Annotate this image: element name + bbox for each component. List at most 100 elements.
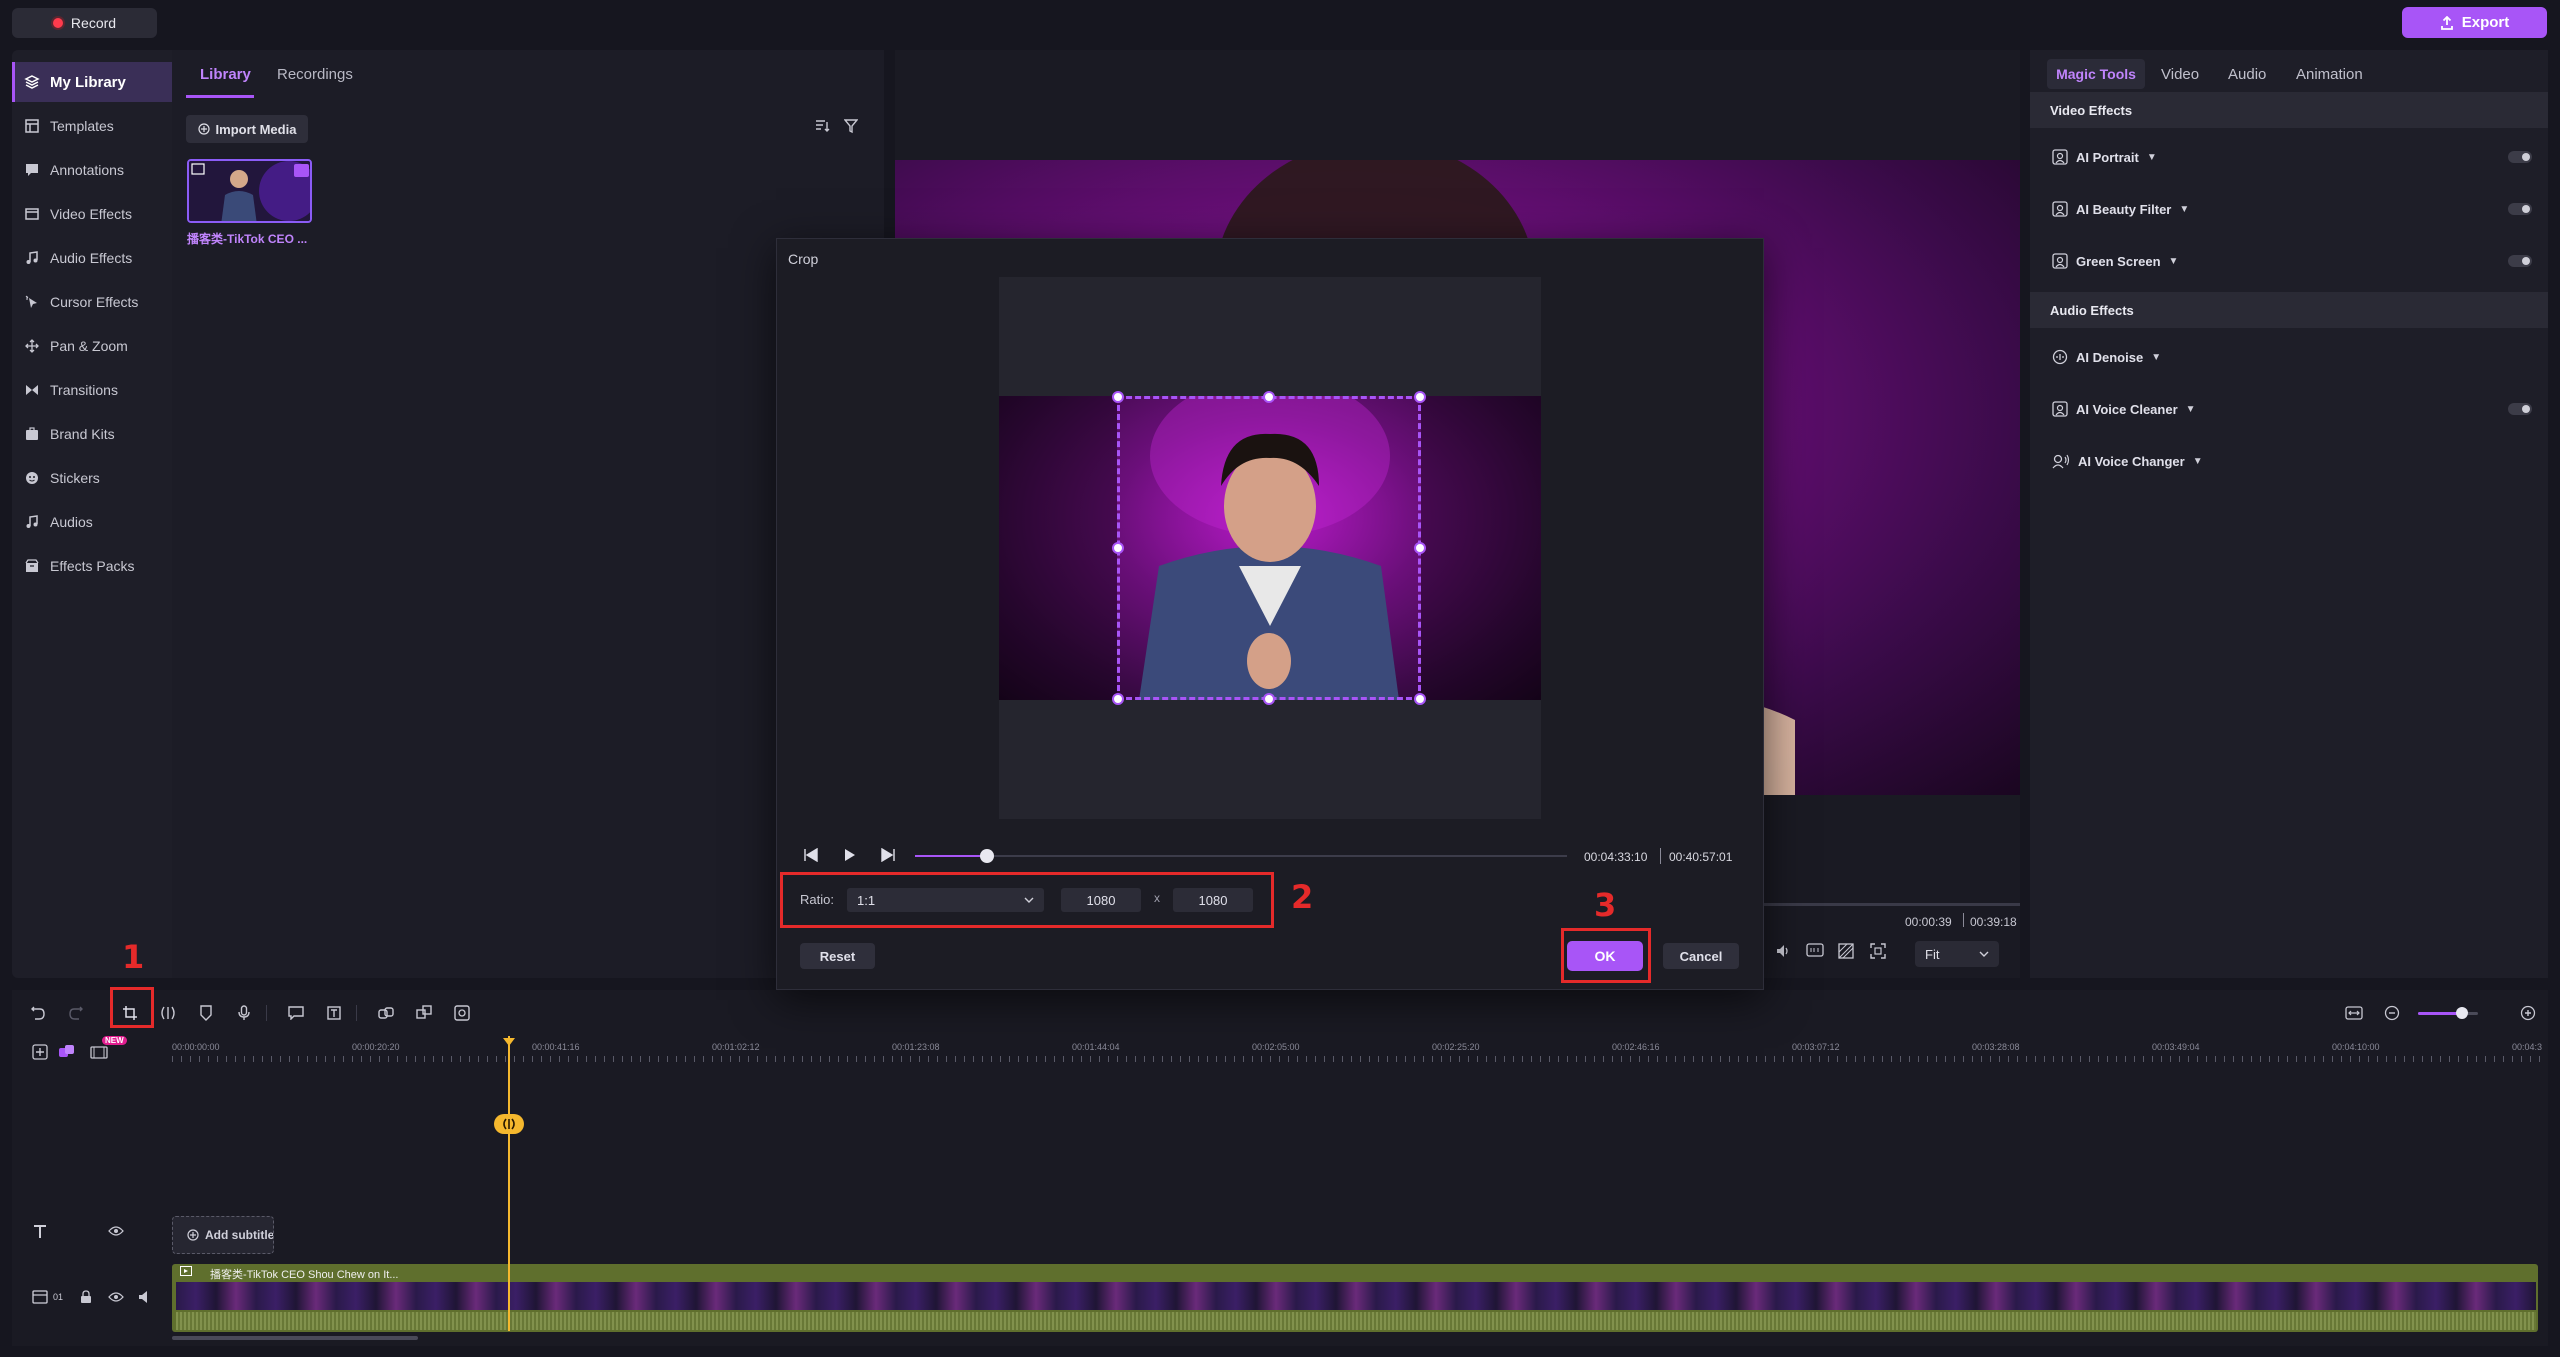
tab-library[interactable]: Library bbox=[200, 66, 251, 83]
crop-handle-top-left[interactable] bbox=[1112, 391, 1124, 403]
timeline-scrollbar[interactable] bbox=[172, 1336, 418, 1340]
previous-frame-icon[interactable] bbox=[803, 848, 819, 862]
sidebar-item-video-effects[interactable]: Video Effects bbox=[12, 194, 172, 234]
sidebar-item-transitions[interactable]: Transitions bbox=[12, 370, 172, 410]
zoom-fit-select[interactable]: Fit bbox=[1915, 941, 1999, 967]
green-screen-toggle[interactable] bbox=[2508, 255, 2532, 267]
crop-handle-bottom-left[interactable] bbox=[1112, 693, 1124, 705]
playhead-handle[interactable] bbox=[502, 1034, 516, 1046]
crop-handle-bottom-right[interactable] bbox=[1414, 693, 1426, 705]
quality-icon[interactable] bbox=[1806, 943, 1824, 957]
sidebar-item-annotations[interactable]: Annotations bbox=[12, 150, 172, 190]
redo-icon[interactable] bbox=[66, 1003, 86, 1023]
crop-progress-track[interactable] bbox=[915, 855, 1567, 857]
split-handle-icon[interactable] bbox=[494, 1114, 524, 1134]
sidebar-item-templates[interactable]: Templates bbox=[12, 106, 172, 146]
annotation-number: 3 bbox=[1594, 886, 1617, 924]
zoom-in-icon[interactable] bbox=[2518, 1003, 2538, 1023]
ai-denoise-row[interactable]: AI Denoise ▼ bbox=[2030, 342, 2548, 372]
tab-video[interactable]: Video bbox=[2161, 66, 2199, 83]
brand-kit-icon bbox=[24, 426, 40, 442]
ai-portrait-row[interactable]: AI Portrait ▼ bbox=[2030, 142, 2548, 172]
sidebar-item-brand-kits[interactable]: Brand Kits bbox=[12, 414, 172, 454]
caret-down-icon[interactable]: ▼ bbox=[2169, 256, 2179, 267]
timeline-ruler[interactable]: 00:00:00:00 00:00:20:20 00:00:41:16 00:0… bbox=[172, 1042, 2548, 1062]
ai-voice-cleaner-toggle[interactable] bbox=[2508, 403, 2532, 415]
sidebar-item-cursor-effects[interactable]: Cursor Effects bbox=[12, 282, 172, 322]
zoom-slider-knob[interactable] bbox=[2456, 1007, 2468, 1019]
caret-down-icon[interactable]: ▼ bbox=[2186, 404, 2196, 415]
add-subtitle-button[interactable]: Add subtitle bbox=[172, 1216, 274, 1254]
sidebar-item-audios[interactable]: Audios bbox=[12, 502, 172, 542]
add-track-icon[interactable] bbox=[32, 1044, 48, 1060]
caret-down-icon[interactable]: ▼ bbox=[2193, 456, 2203, 467]
next-frame-icon[interactable] bbox=[880, 848, 896, 862]
ruler-label: 00:00:20:20 bbox=[352, 1042, 400, 1052]
right-panel: Magic Tools Video Audio Animation Video … bbox=[2030, 50, 2548, 978]
film-track-icon[interactable] bbox=[90, 1044, 108, 1060]
fit-timeline-icon[interactable] bbox=[2344, 1003, 2364, 1023]
plus-circle-icon bbox=[197, 123, 210, 135]
speaker-icon[interactable] bbox=[138, 1290, 150, 1304]
crop-handle-right[interactable] bbox=[1414, 542, 1426, 554]
eye-icon[interactable] bbox=[108, 1225, 124, 1237]
green-screen-row[interactable]: Green Screen ▼ bbox=[2030, 246, 2548, 276]
freeze-frame-icon[interactable] bbox=[452, 1003, 472, 1023]
ai-voice-cleaner-row[interactable]: AI Voice Cleaner ▼ bbox=[2030, 394, 2548, 424]
transparency-icon[interactable] bbox=[1838, 943, 1854, 959]
comment-icon[interactable] bbox=[286, 1003, 306, 1023]
crop-handle-bottom[interactable] bbox=[1263, 693, 1275, 705]
crop-handle-top[interactable] bbox=[1263, 391, 1275, 403]
fullscreen-icon[interactable] bbox=[1870, 943, 1886, 959]
lock-icon[interactable] bbox=[80, 1290, 92, 1304]
text-box-icon[interactable] bbox=[324, 1003, 344, 1023]
marker-icon[interactable] bbox=[196, 1003, 216, 1023]
group-icon[interactable] bbox=[414, 1003, 434, 1023]
ai-portrait-toggle[interactable] bbox=[2508, 151, 2532, 163]
crop-progress-knob[interactable] bbox=[980, 849, 994, 863]
playhead[interactable] bbox=[508, 1036, 510, 1331]
tab-recordings[interactable]: Recordings bbox=[277, 66, 353, 83]
magnet-snap-icon[interactable] bbox=[58, 1044, 76, 1060]
eye-icon[interactable] bbox=[108, 1291, 124, 1303]
caret-down-icon[interactable]: ▼ bbox=[2151, 352, 2161, 363]
reset-button[interactable]: Reset bbox=[800, 943, 875, 969]
sticker-icon bbox=[24, 470, 40, 486]
play-icon[interactable] bbox=[843, 848, 857, 862]
ai-beauty-filter-row[interactable]: AI Beauty Filter ▼ bbox=[2030, 194, 2548, 224]
zoom-out-icon[interactable] bbox=[2382, 1003, 2402, 1023]
crop-handle-left[interactable] bbox=[1112, 542, 1124, 554]
sidebar-item-stickers[interactable]: Stickers bbox=[12, 458, 172, 498]
template-icon bbox=[24, 118, 40, 134]
caret-down-icon[interactable]: ▼ bbox=[2179, 204, 2189, 215]
sidebar: My Library Templates Annotations Video E… bbox=[12, 50, 172, 978]
sidebar-item-audio-effects[interactable]: Audio Effects bbox=[12, 238, 172, 278]
link-icon[interactable] bbox=[376, 1003, 396, 1023]
sidebar-item-my-library[interactable]: My Library bbox=[12, 62, 172, 102]
zoom-slider[interactable] bbox=[2418, 1007, 2478, 1019]
sort-icon[interactable] bbox=[814, 118, 830, 134]
tab-audio[interactable]: Audio bbox=[2228, 66, 2266, 83]
ai-beauty-filter-toggle[interactable] bbox=[2508, 203, 2532, 215]
annotation-number: 1 bbox=[122, 938, 145, 976]
filter-icon[interactable] bbox=[844, 118, 858, 134]
sidebar-item-pan-zoom[interactable]: Pan & Zoom bbox=[12, 326, 172, 366]
export-button[interactable]: Export bbox=[2402, 7, 2547, 38]
record-button[interactable]: Record bbox=[12, 8, 157, 38]
media-thumbnail[interactable] bbox=[187, 159, 312, 223]
microphone-icon[interactable] bbox=[234, 1003, 254, 1023]
sidebar-item-effects-packs[interactable]: Effects Packs bbox=[12, 546, 172, 586]
import-media-button[interactable]: Import Media bbox=[186, 115, 308, 143]
volume-icon[interactable] bbox=[1775, 943, 1791, 959]
tab-magic-tools[interactable]: Magic Tools bbox=[2047, 59, 2145, 89]
caret-down-icon[interactable]: ▼ bbox=[2147, 152, 2157, 163]
undo-icon[interactable] bbox=[28, 1003, 48, 1023]
crop-selection-box[interactable] bbox=[1112, 391, 1426, 705]
ruler-label: 00:00:41:16 bbox=[532, 1042, 580, 1052]
crop-handle-top-right[interactable] bbox=[1414, 391, 1426, 403]
ai-voice-changer-row[interactable]: AI Voice Changer ▼ bbox=[2030, 446, 2548, 476]
ruler-label: 00:03:49:04 bbox=[2152, 1042, 2200, 1052]
cancel-button[interactable]: Cancel bbox=[1663, 943, 1739, 969]
split-icon[interactable] bbox=[158, 1003, 178, 1023]
tab-animation[interactable]: Animation bbox=[2296, 66, 2363, 83]
